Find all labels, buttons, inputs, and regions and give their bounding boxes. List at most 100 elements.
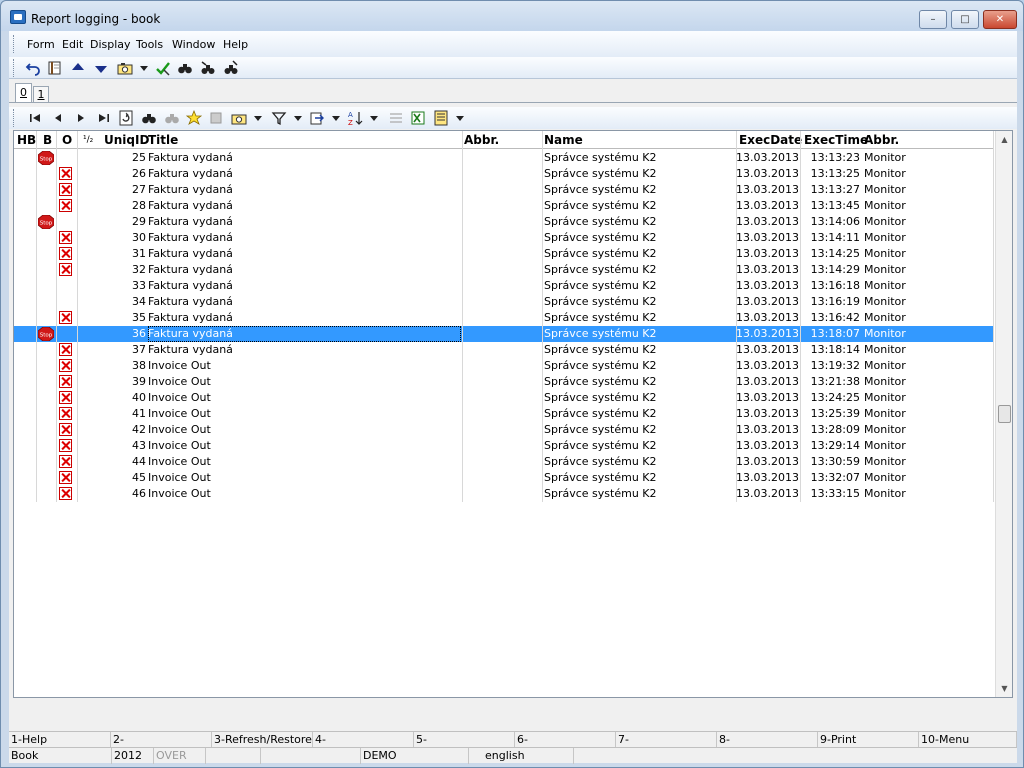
cell-execdate: 13.03.2013 <box>736 183 798 196</box>
table-row[interactable]: 43 Invoice Out Správce systému K2 13.03.201… <box>14 438 994 454</box>
filter-icon[interactable] <box>271 110 287 126</box>
table-row[interactable]: 39 Invoice Out Správce systému K2 13.03.201… <box>14 374 994 390</box>
table-row[interactable]: 31 Faktura vydaná Správce systému K2 13.03.… <box>14 246 994 262</box>
status-empty-2 <box>261 748 361 764</box>
previous-record-icon[interactable] <box>50 110 66 126</box>
cell-uniqid: 28 <box>132 199 146 212</box>
camera-icon[interactable] <box>117 60 133 76</box>
cell-abbr <box>464 150 540 166</box>
fkey-6[interactable]: 6- <box>515 732 616 748</box>
table-row-selected[interactable]: Stop 36 Faktura vydaná Správce systému K2 13… <box>14 326 994 342</box>
cell-abbr2: Monitor <box>864 407 906 420</box>
last-record-icon[interactable] <box>96 110 112 126</box>
search-icon[interactable] <box>141 110 157 126</box>
cell-exectime: 13:32:07 <box>810 471 860 484</box>
fkey-2[interactable]: 2- <box>111 732 212 748</box>
cell-abbr2: Monitor <box>864 247 906 260</box>
table-row[interactable]: 37 Faktura vydaná Správce systému K2 13.03.… <box>14 342 994 358</box>
first-record-icon[interactable] <box>27 110 43 126</box>
table-row[interactable]: 38 Invoice Out Správce systému K2 13.03.201… <box>14 358 994 374</box>
vertical-scrollbar[interactable]: ▲ ▼ <box>995 131 1012 697</box>
snapshot-dropdown-icon[interactable] <box>250 110 266 126</box>
grid-toolbar-grip[interactable] <box>13 109 16 127</box>
menubar-grip[interactable] <box>13 35 16 53</box>
scroll-down-button[interactable]: ▼ <box>996 680 1013 697</box>
maximize-button[interactable]: □ <box>951 10 979 29</box>
tab-0[interactable]: 0 <box>15 83 32 103</box>
table-row[interactable]: 30 Faktura vydaná Správce systému K2 13.03.… <box>14 230 994 246</box>
table-row[interactable]: 35 Faktura vydaná Správce systému K2 13.03.… <box>14 310 994 326</box>
fkey-8[interactable]: 8- <box>717 732 818 748</box>
scroll-thumb[interactable] <box>998 405 1011 423</box>
table-row[interactable]: 34 Faktura vydaná Správce systému K2 13.03.… <box>14 294 994 310</box>
col-sort-header[interactable]: ¹/₂ <box>83 131 93 149</box>
table-row[interactable]: 42 Invoice Out Správce systému K2 13.03.201… <box>14 422 994 438</box>
chevron-down-icon[interactable] <box>136 60 152 76</box>
col-uniqid-header[interactable]: UniqID <box>104 131 149 149</box>
find-replace-icon[interactable] <box>223 60 239 76</box>
menu-form[interactable]: Form <box>27 38 55 51</box>
find-next-icon[interactable] <box>200 60 216 76</box>
fkey-5[interactable]: 5- <box>414 732 515 748</box>
fkey-10[interactable]: 10-Menu <box>919 732 1017 748</box>
table-row[interactable]: 26 Faktura vydaná Správce systému K2 13.03.… <box>14 166 994 182</box>
tab-1[interactable]: 1 <box>33 86 49 103</box>
table-row[interactable]: Stop 25 Faktura vydaná Správce systému K2 13… <box>14 150 994 166</box>
snapshot-icon[interactable] <box>231 110 247 126</box>
binoculars-icon[interactable] <box>177 60 193 76</box>
col-title-header[interactable]: Title <box>148 131 178 149</box>
fkey-7[interactable]: 7- <box>616 732 717 748</box>
scroll-up-button[interactable]: ▲ <box>996 131 1013 148</box>
minimize-button[interactable]: – <box>919 10 947 29</box>
table-row[interactable]: 27 Faktura vydaná Správce systému K2 13.03.… <box>14 182 994 198</box>
fkey-4[interactable]: 4- <box>313 732 414 748</box>
filter-dropdown-icon[interactable] <box>290 110 306 126</box>
table-row[interactable]: 32 Faktura vydaná Správce systému K2 13.03.… <box>14 262 994 278</box>
col-abbr-header[interactable]: Abbr. <box>464 131 499 149</box>
table-row[interactable]: 46 Invoice Out Správce systému K2 13.03.201… <box>14 486 994 502</box>
col-exectime-header[interactable]: ExecTime <box>804 131 868 149</box>
menu-help[interactable]: Help <box>223 38 248 51</box>
fkey-1[interactable]: 1-Help <box>9 732 111 748</box>
new-record-icon[interactable] <box>186 110 202 126</box>
records-grid[interactable]: HB B O ¹/₂ UniqID Title Abbr. Name ExecD… <box>13 130 1013 698</box>
checkmark-icon[interactable] <box>155 60 171 76</box>
table-row[interactable]: 33 Faktura vydaná Správce systému K2 13.03.… <box>14 278 994 294</box>
excel-icon[interactable] <box>410 110 426 126</box>
menu-edit[interactable]: Edit <box>62 38 83 51</box>
menu-tools[interactable]: Tools <box>136 38 163 51</box>
cell-abbr <box>464 438 540 454</box>
table-row[interactable]: 40 Invoice Out Správce systému K2 13.03.201… <box>14 390 994 406</box>
col-name-header[interactable]: Name <box>544 131 583 149</box>
col-hb-header[interactable]: HB <box>17 131 36 149</box>
refresh-icon[interactable] <box>118 110 134 126</box>
arrow-down-icon[interactable] <box>93 60 109 76</box>
menu-display[interactable]: Display <box>90 38 131 51</box>
table-row[interactable]: 45 Invoice Out Správce systému K2 13.03.201… <box>14 470 994 486</box>
col-abbr2-header[interactable]: Abbr. <box>864 131 899 149</box>
title-bar[interactable]: Report logging - book – □ ✕ <box>1 1 1023 31</box>
book-icon[interactable] <box>47 60 63 76</box>
cell-title: Faktura vydaná <box>148 295 233 308</box>
table-row[interactable]: 28 Faktura vydaná Správce systému K2 13.03.… <box>14 198 994 214</box>
arrow-up-icon[interactable] <box>70 60 86 76</box>
sort-dropdown-icon[interactable] <box>366 110 382 126</box>
sort-icon[interactable]: AZ <box>347 110 363 126</box>
undo-icon[interactable] <box>25 60 41 76</box>
export-dropdown-icon[interactable] <box>328 110 344 126</box>
fkey-3[interactable]: 3-Refresh/Restore <box>212 732 313 748</box>
col-o-header[interactable]: O <box>62 131 72 149</box>
next-record-icon[interactable] <box>73 110 89 126</box>
export-icon[interactable] <box>309 110 325 126</box>
layout-dropdown-icon[interactable] <box>452 110 468 126</box>
table-row[interactable]: 41 Invoice Out Správce systému K2 13.03.201… <box>14 406 994 422</box>
table-row[interactable]: 44 Invoice Out Správce systému K2 13.03.201… <box>14 454 994 470</box>
menu-window[interactable]: Window <box>172 38 215 51</box>
table-row[interactable]: Stop 29 Faktura vydaná Správce systému K2 13… <box>14 214 994 230</box>
fkey-9[interactable]: 9-Print <box>818 732 919 748</box>
toolbar-grip[interactable] <box>13 59 16 77</box>
col-b-header[interactable]: B <box>43 131 52 149</box>
col-execdate-header[interactable]: ExecDate <box>739 131 802 149</box>
layout-icon[interactable] <box>433 110 449 126</box>
close-button[interactable]: ✕ <box>983 10 1017 29</box>
